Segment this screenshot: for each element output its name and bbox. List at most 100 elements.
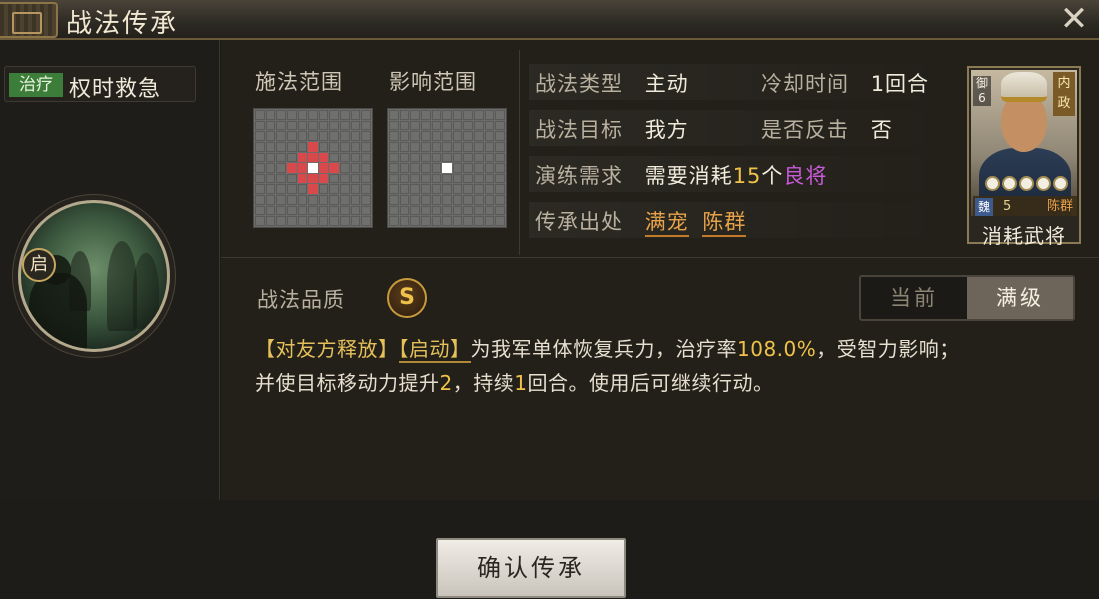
grid-cell: [265, 184, 276, 195]
grid-cell: [329, 141, 340, 152]
close-icon[interactable]: ✕: [1057, 2, 1091, 36]
confirm-inherit-button[interactable]: 确认传承: [436, 538, 626, 598]
grid-cell: [340, 141, 350, 152]
card-caption: 消耗武将: [982, 224, 1066, 248]
grid-cell: [474, 205, 484, 216]
grid-cell: [463, 152, 474, 163]
grid-cell: [442, 152, 452, 163]
general-cost: 5: [1003, 199, 1012, 214]
grid-cell: [350, 216, 361, 226]
counter-row: 是否反击 否: [761, 114, 893, 144]
grid-cell: [420, 120, 431, 131]
grid-cell: [318, 152, 329, 163]
grid-cell: [318, 163, 329, 173]
grid-cell: [286, 110, 297, 120]
grid-cell: [484, 141, 495, 152]
grid-cell: [286, 152, 297, 163]
grid-cell: [361, 120, 371, 131]
cooldown-label: 冷却时间: [761, 72, 849, 96]
train-unit: 个: [761, 164, 784, 188]
grid-cell: [286, 131, 297, 141]
troop-level: 6: [978, 91, 986, 105]
grid-cell: [340, 120, 350, 131]
grid-cell: [420, 184, 431, 195]
grid-cell: [474, 163, 484, 173]
grid-cell: [265, 120, 276, 131]
grid-cell: [463, 163, 474, 173]
title-ornament-icon: [0, 2, 58, 38]
grid-cell: [410, 173, 420, 184]
grid-cell: [463, 195, 474, 205]
effect-range-grid: [387, 108, 507, 228]
train-row: 演练需求 需要消耗15个良将: [535, 160, 827, 190]
grid-cell: [276, 152, 286, 163]
grid-cell: [318, 131, 329, 141]
grid-cell: [308, 205, 318, 216]
grid-cell: [389, 131, 399, 141]
train-count: 15: [732, 164, 762, 188]
train-prefix: 需要消耗: [644, 164, 733, 188]
grid-cell: [431, 141, 442, 152]
grid-cell: [399, 131, 410, 141]
grid-cell: [484, 205, 495, 216]
grid-cell: [318, 173, 329, 184]
grid-cell: [484, 163, 495, 173]
grid-cell: [399, 184, 410, 195]
grid-cell: [340, 205, 350, 216]
grid-cell: [286, 120, 297, 131]
grid-cell: [442, 120, 452, 131]
grid-cell: [389, 205, 399, 216]
grid-cell: [463, 120, 474, 131]
general-role-tag: 内政: [1053, 72, 1075, 116]
origin-link-mancong[interactable]: 满宠: [644, 210, 689, 237]
grid-cell: [265, 173, 276, 184]
consumed-general-card[interactable]: 御 6 内政 魏 5 陈群 消耗武将: [967, 66, 1081, 248]
grid-cell: [329, 195, 340, 205]
counter-value: 否: [870, 118, 893, 142]
grid-cell: [329, 152, 340, 163]
grid-cell: [361, 141, 371, 152]
grid-cell: [420, 131, 431, 141]
grid-cell: [318, 141, 329, 152]
grid-cell: [463, 131, 474, 141]
cast-range-grid: [253, 108, 373, 228]
grid-cell: [431, 110, 442, 120]
grid-cell: [484, 120, 495, 131]
grid-cell: [474, 152, 484, 163]
origin-link-chenqun[interactable]: 陈群: [702, 210, 747, 237]
grid-cell: [410, 184, 420, 195]
grid-cell: [297, 120, 308, 131]
grid-cell: [255, 184, 265, 195]
grid-cell: [389, 184, 399, 195]
grid-cell: [410, 131, 420, 141]
grid-cell: [431, 195, 442, 205]
grid-cell: [350, 152, 361, 163]
quality-label: 战法品质: [257, 288, 345, 312]
grid-cell: [484, 173, 495, 184]
grid-cell: [452, 120, 463, 131]
grid-cell: [318, 216, 329, 226]
grid-cell: [452, 173, 463, 184]
grid-cell: [474, 184, 484, 195]
grid-cell: [463, 205, 474, 216]
grid-cell: [474, 141, 484, 152]
origin-label: 传承出处: [535, 210, 623, 234]
counter-label: 是否反击: [761, 118, 849, 142]
grid-cell: [286, 195, 297, 205]
grid-cell: [318, 205, 329, 216]
skill-detail-panel: 施法范围 影响范围 战法类型 主动 冷却时间 1回合 战法目标 我方 是否反击 …: [221, 40, 1099, 500]
figure-silhouette: [133, 253, 159, 329]
grid-cell: [255, 163, 265, 173]
toggle-max-level[interactable]: 满级: [967, 277, 1073, 319]
skill-tag: 治疗 权时救急: [4, 66, 196, 102]
star-icon: [1035, 176, 1051, 191]
grid-cell: [399, 163, 410, 173]
grid-cell: [410, 110, 420, 120]
grid-cell: [431, 173, 442, 184]
grid-cell: [495, 195, 505, 205]
grid-cell: [297, 141, 308, 152]
grid-cell: [420, 163, 431, 173]
toggle-current[interactable]: 当前: [861, 277, 967, 319]
grid-cell: [297, 152, 308, 163]
grid-cell: [276, 184, 286, 195]
